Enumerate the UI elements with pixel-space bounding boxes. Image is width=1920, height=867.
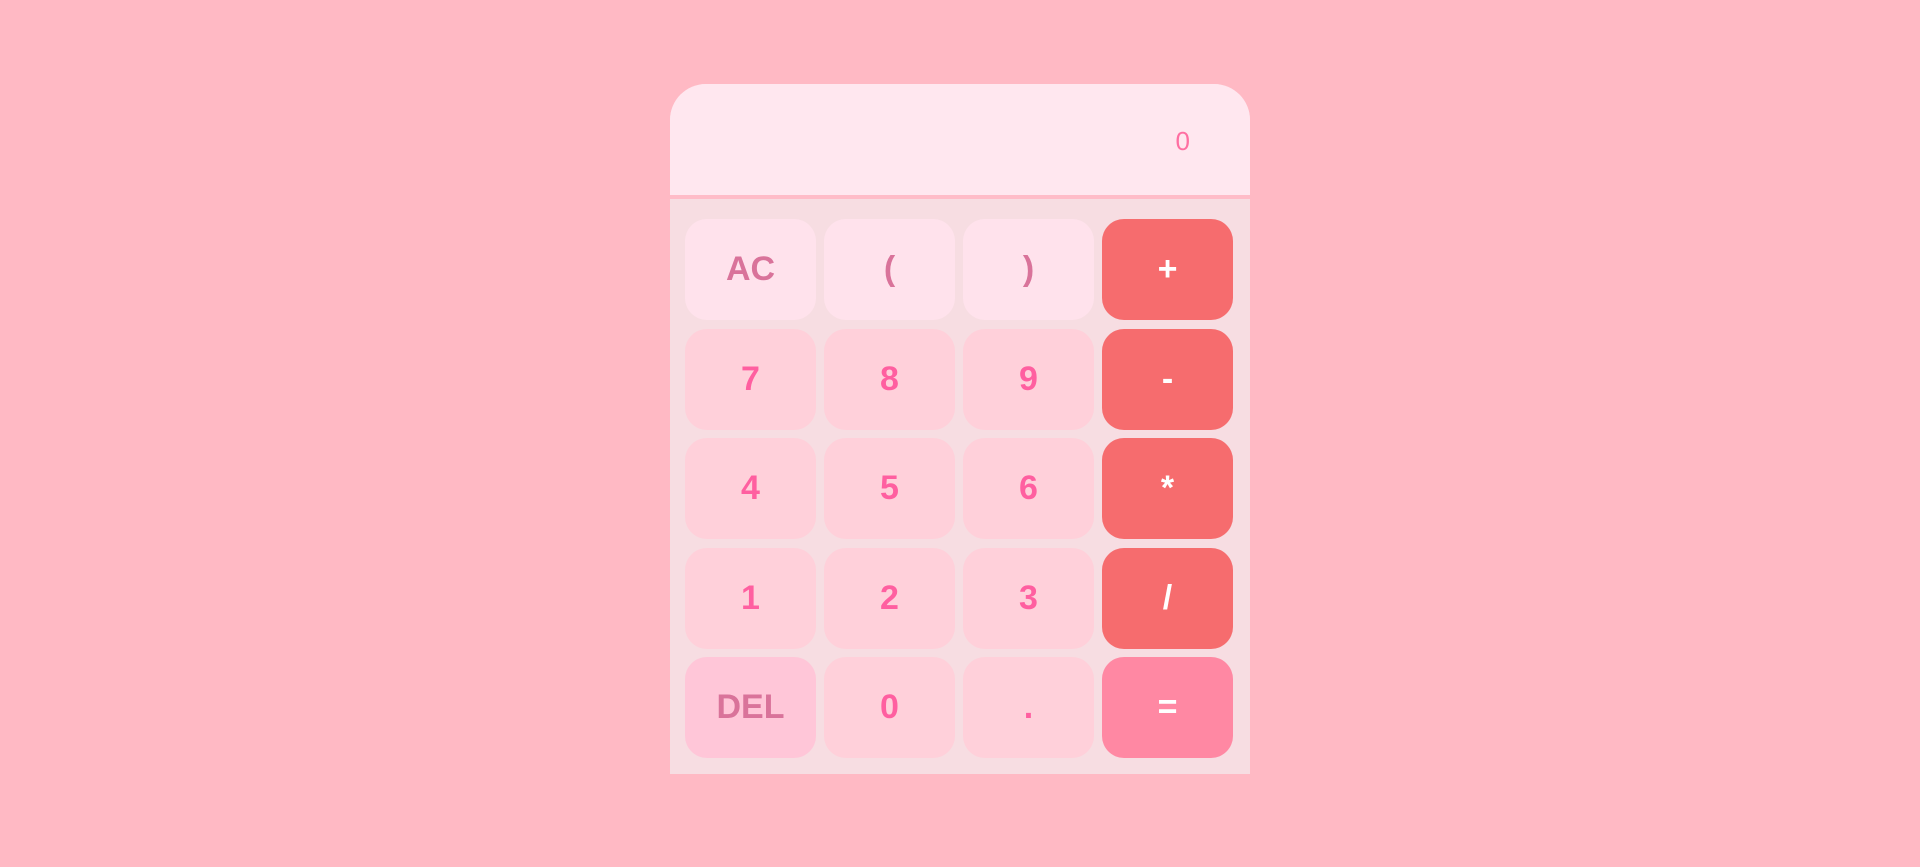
digit-8-button[interactable]: 8 [824,328,955,430]
digit-9-button[interactable]: 9 [963,328,1094,430]
digit-5-button[interactable]: 5 [824,438,955,539]
digit-2-button[interactable]: 2 [824,547,955,649]
minus-button[interactable]: - [1102,328,1233,430]
equals-button[interactable]: = [1102,657,1233,758]
digit-3-button[interactable]: 3 [963,547,1094,649]
digit-7-button[interactable]: 7 [685,328,816,430]
digit-1-button[interactable]: 1 [685,547,816,649]
delete-button[interactable]: DEL [685,657,816,758]
close-paren-button[interactable]: ) [963,219,1094,320]
display-panel: 0 [670,84,1250,199]
multiply-button[interactable]: * [1102,438,1233,539]
digit-4-button[interactable]: 4 [685,438,816,539]
decimal-point-button[interactable]: . [963,657,1094,758]
divide-button[interactable]: / [1102,547,1233,649]
display-value: 0 [1175,126,1190,156]
keypad: AC() +7 8 9- 4 5 6 * 1 2 3/ DEL 0. = [685,219,1235,759]
digit-0-button[interactable]: 0 [824,657,955,758]
digit-6-button[interactable]: 6 [963,438,1094,539]
all-clear-button[interactable]: AC [685,219,816,320]
plus-button[interactable]: + [1102,219,1233,320]
calculator: 0 AC() +7 8 9-4 5 6 * 1 2 3/DEL 0. = [670,84,1250,774]
open-paren-button[interactable]: ( [824,219,955,320]
